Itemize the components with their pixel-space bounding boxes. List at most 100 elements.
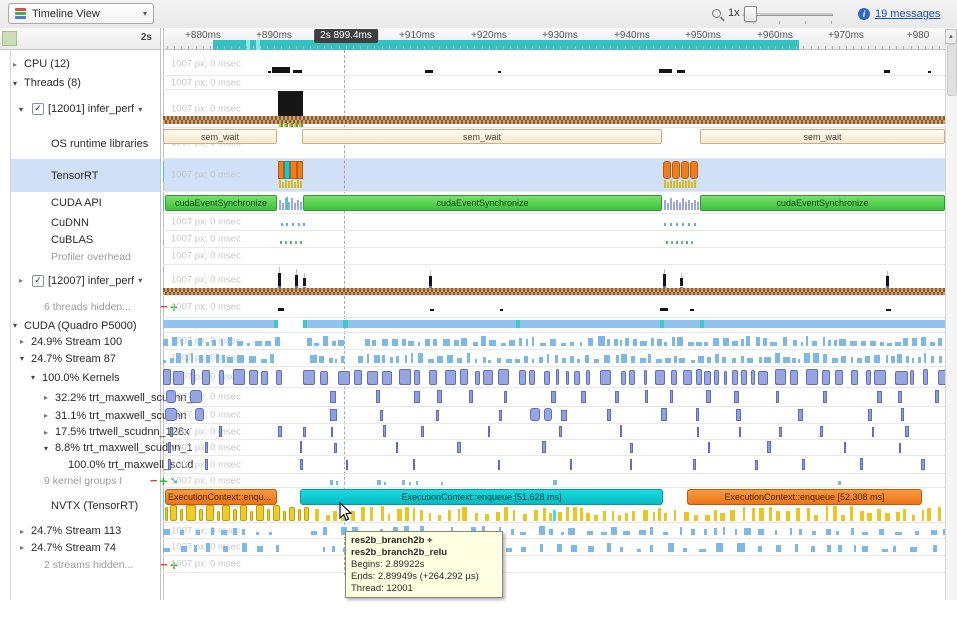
timeline-mark[interactable] <box>163 490 164 520</box>
event-mark[interactable] <box>694 223 696 226</box>
event-mark[interactable] <box>409 482 411 485</box>
event-mark[interactable] <box>679 203 681 210</box>
timeline-row-kernel-17[interactable]: 1007 px; 0 msec <box>163 424 945 440</box>
expander-expanded-icon[interactable]: ▾ <box>13 79 24 88</box>
nvtx-enqueue-bar[interactable]: ExecutionContext::enqueue [51.628 ms] <box>300 489 663 505</box>
timeline-mark[interactable] <box>663 161 671 179</box>
expander-expanded-icon[interactable]: ▾ <box>20 354 31 363</box>
event-mark[interactable] <box>288 202 290 210</box>
timeline-row-kernel-32[interactable]: 1007 px; 0 msec <box>163 388 945 407</box>
sidebar-row-cuda-gpu[interactable]: ▾CUDA (Quadro P5000) <box>11 318 162 333</box>
event-mark[interactable] <box>688 200 690 210</box>
sidebar-row-thread-12007[interactable]: ▸✓[12007] infer_perf▾ <box>11 265 168 296</box>
timeline-mark[interactable] <box>163 196 164 211</box>
event-mark[interactable] <box>928 71 931 73</box>
dropdown-caret-icon[interactable]: ▾ <box>138 105 142 114</box>
event-mark[interactable] <box>286 223 288 226</box>
event-mark[interactable] <box>886 309 891 311</box>
sem-wait-bar[interactable]: sem_wait <box>163 129 277 144</box>
event-mark[interactable] <box>281 223 283 226</box>
event-mark[interactable] <box>553 480 557 485</box>
event-mark[interactable] <box>691 203 693 210</box>
expander-expanded-icon[interactable]: ▾ <box>44 444 55 453</box>
timeline-mark[interactable] <box>700 320 704 328</box>
expander-collapsed-icon[interactable]: ▸ <box>20 337 31 346</box>
timeline-row-profiler-overhead[interactable]: 1007 px; 0 msec <box>163 248 945 265</box>
timeline-row-stream-87[interactable]: 1007 px; 0 msec <box>163 350 945 367</box>
timeline-mark[interactable] <box>660 320 664 328</box>
timeline-row-stream-74[interactable]: 1007 px; 0 msec <box>163 539 945 556</box>
event-mark[interactable] <box>206 505 214 521</box>
timeline-row-kernel-groups[interactable]: 1007 px; 0 msec <box>163 474 945 488</box>
event-mark[interactable] <box>300 202 302 210</box>
event-mark[interactable] <box>694 200 696 210</box>
expander-collapsed-icon[interactable]: ▸ <box>20 543 31 552</box>
event-mark[interactable] <box>190 390 202 403</box>
timeline-mark[interactable] <box>303 320 307 328</box>
event-mark[interactable] <box>166 390 176 403</box>
event-mark[interactable] <box>279 180 281 188</box>
event-mark[interactable] <box>677 70 685 73</box>
event-mark[interactable] <box>296 123 298 127</box>
event-mark[interactable] <box>293 70 302 73</box>
timeline-row-kernel-8-child[interactable]: 1007 px; 0 msec <box>163 456 945 474</box>
timeline-row-nvtx[interactable]: 1007 px; 0 msecExecutionContext::enqu...… <box>163 488 945 523</box>
event-mark[interactable] <box>285 180 287 188</box>
sidebar-row-stream-74[interactable]: ▸24.7% Stream 74 <box>11 539 169 556</box>
timeline-mark[interactable] <box>163 320 278 328</box>
timeline-row-tensorrt[interactable]: 1007 px; 0 msec <box>163 159 945 192</box>
checkbox[interactable]: ✓ <box>32 275 44 287</box>
sem-wait-bar[interactable]: sem_wait <box>700 129 945 144</box>
event-mark[interactable] <box>165 507 168 521</box>
event-mark[interactable] <box>691 241 693 244</box>
event-mark[interactable] <box>659 69 672 73</box>
sidebar-row-kernel-groups[interactable]: 9 kernel groups I−+↘ <box>11 474 182 488</box>
sidebar-row-hidden-threads[interactable]: 6 threads hidden...−+ <box>11 296 182 318</box>
event-mark[interactable] <box>670 198 672 210</box>
event-mark[interactable] <box>286 197 288 210</box>
timeline-row-thread-12001[interactable]: 1007 px; 0 msec <box>163 90 945 128</box>
event-mark[interactable] <box>670 180 672 188</box>
timeline-mark[interactable] <box>297 161 303 179</box>
event-mark[interactable] <box>278 273 281 286</box>
nvtx-enqueue-bar[interactable]: ExecutionContext::enqueue [52.308 ms] <box>687 489 922 505</box>
timeline-row-os-runtime[interactable]: 1007 px; 0 msecsem_waitsem_waitsem_wait <box>163 128 945 159</box>
event-mark[interactable] <box>280 241 282 244</box>
timeline-row-cpu[interactable]: 1007 px; 0 msec <box>163 52 945 76</box>
sidebar-row-threads[interactable]: ▾Threads (8) <box>11 76 162 90</box>
timeline-mark[interactable] <box>290 161 297 179</box>
timeline-ruler[interactable]: 2s 2s 899.4ms +880ms+890ms+910ms+920ms+9… <box>0 28 957 50</box>
expander-expanded-icon[interactable]: ▾ <box>13 321 24 330</box>
sem-wait-bar[interactable]: sem_wait <box>302 129 662 144</box>
timeline-row-cuda-gpu[interactable]: 1007 px; 0 msec <box>163 318 945 333</box>
event-mark[interactable] <box>168 459 171 470</box>
event-mark[interactable] <box>233 509 237 521</box>
event-mark[interactable] <box>667 203 669 210</box>
timeline-mark[interactable] <box>278 91 303 116</box>
timeline-mark[interactable] <box>672 161 680 179</box>
hide-row-button[interactable]: − <box>149 476 159 486</box>
sidebar-row-hidden-streams[interactable]: 2 streams hidden...−+ <box>11 556 182 573</box>
timeline-row-kernel-31[interactable]: 1007 px; 0 msec <box>163 407 945 424</box>
event-mark[interactable] <box>663 274 666 286</box>
event-mark[interactable] <box>530 408 540 421</box>
event-mark[interactable] <box>688 223 690 226</box>
event-mark[interactable] <box>670 223 672 226</box>
event-mark[interactable] <box>690 309 694 311</box>
event-mark[interactable] <box>303 223 305 226</box>
event-mark[interactable] <box>286 123 288 127</box>
event-mark[interactable] <box>402 480 405 485</box>
timeline-row-kernels[interactable]: 1007 px; 0 msec <box>163 367 945 388</box>
event-mark[interactable] <box>283 511 286 521</box>
event-mark[interactable] <box>291 123 293 127</box>
event-mark[interactable] <box>294 203 296 210</box>
timeline-row-kernel-8[interactable]: 1007 px; 0 msec <box>163 440 945 456</box>
event-mark[interactable] <box>285 241 287 244</box>
timeline-mark[interactable] <box>274 320 278 328</box>
event-mark[interactable] <box>884 70 890 73</box>
event-mark[interactable] <box>282 182 284 188</box>
event-mark[interactable] <box>281 123 283 127</box>
scroll-up-button[interactable]: ▴ <box>945 29 957 44</box>
event-mark[interactable] <box>697 202 699 210</box>
sidebar-row-stream-113[interactable]: ▸24.7% Stream 113 <box>11 523 169 539</box>
